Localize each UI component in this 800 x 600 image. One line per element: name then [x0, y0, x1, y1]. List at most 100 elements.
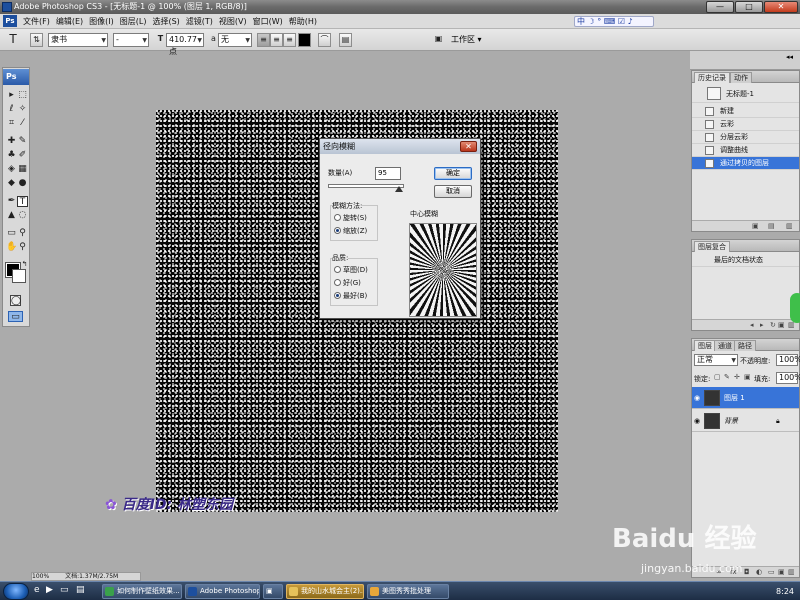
menu-help[interactable]: 帮助(H) [286, 14, 320, 29]
tab-history[interactable]: 历史记录 [694, 72, 730, 83]
menu-edit[interactable]: 编辑(E) [53, 14, 86, 29]
type-tool-icon[interactable]: T [17, 196, 28, 207]
method-zoom-radio[interactable] [334, 227, 341, 234]
cancel-button[interactable]: 取消 [434, 185, 472, 198]
ime-toolbar[interactable]: 中 ☽ ° ⌨ ☑ ♪ [574, 16, 654, 27]
maximize-button[interactable]: □ [735, 1, 763, 13]
quality-draft-radio[interactable] [334, 266, 341, 273]
opacity-input[interactable]: 100% [776, 354, 800, 366]
menu-filter[interactable]: 滤镜(T) [183, 14, 216, 29]
lock-transparency-icon[interactable]: ▢ [714, 373, 721, 382]
adjustment-layer-icon[interactable]: ◐ [756, 568, 762, 577]
history-snapshot[interactable]: 无标题-1 [692, 85, 799, 103]
tab-layer-comps[interactable]: 图层复合 [694, 241, 730, 252]
zoom-tool-icon[interactable]: ⚲ [17, 242, 28, 253]
ie-icon[interactable]: e [34, 585, 40, 595]
method-spin-radio[interactable] [334, 214, 341, 221]
new-comp-icon[interactable]: ▣ [778, 321, 785, 330]
taskbar-item[interactable]: 如何制作壁纸效果... [102, 584, 182, 599]
amount-slider[interactable] [328, 184, 404, 188]
gradient-tool-icon[interactable]: ▦ [17, 164, 28, 175]
minimize-button[interactable]: — [706, 1, 734, 13]
character-panel-icon[interactable]: ▤ [339, 33, 352, 47]
align-left-button[interactable]: ≡ [257, 33, 270, 47]
blend-mode-select[interactable]: 正常 ▼ [694, 354, 738, 366]
menu-file[interactable]: 文件(F) [20, 14, 53, 29]
tab-actions[interactable]: 动作 [730, 72, 752, 83]
menu-image[interactable]: 图像(I) [86, 14, 117, 29]
hand-tool-icon[interactable]: ✋ [6, 242, 17, 253]
system-clock[interactable]: 8:24 [776, 582, 794, 600]
new-snapshot-icon[interactable]: ▤ [768, 222, 775, 231]
close-button[interactable]: ✕ [764, 1, 798, 13]
clone-stamp-icon[interactable]: ♣ [6, 150, 17, 161]
refresh-icon[interactable]: ↻ [770, 321, 776, 330]
screen-mode-icon[interactable]: ▭ [8, 311, 23, 322]
tab-paths[interactable]: 路径 [734, 340, 756, 351]
tab-layers[interactable]: 图层 [694, 340, 716, 351]
font-style-select[interactable]: - ▼ [113, 33, 149, 47]
crop-tool-icon[interactable]: ⌗ [6, 118, 17, 129]
menu-layer[interactable]: 图层(L) [117, 14, 150, 29]
antialias-select[interactable]: 无 ▼ [218, 33, 252, 47]
lock-pixels-icon[interactable]: ✎ [724, 373, 730, 382]
dodge-tool-icon[interactable]: ● [17, 178, 28, 189]
slice-tool-icon[interactable]: ⁄ [17, 118, 28, 129]
history-item[interactable]: 新建 [692, 105, 799, 118]
marquee-tool-icon[interactable]: ⬚ [17, 90, 28, 101]
quick-mask-icon[interactable]: ◯ [10, 295, 21, 306]
lock-all-icon[interactable]: ▣ [744, 373, 751, 382]
magic-wand-icon[interactable]: ✧ [17, 104, 28, 115]
new-document-icon[interactable]: ▣ [752, 222, 759, 231]
align-right-button[interactable]: ≡ [283, 33, 296, 47]
next-icon[interactable]: ▸ [760, 321, 764, 330]
lasso-tool-icon[interactable]: ℓ [6, 104, 17, 115]
menu-select[interactable]: 选择(S) [149, 14, 182, 29]
menu-view[interactable]: 视图(V) [216, 14, 250, 29]
blur-center-preview[interactable] [409, 223, 477, 317]
menu-window[interactable]: 窗口(W) [250, 14, 286, 29]
layer-comp-item[interactable]: 最后的文档状态 [692, 254, 799, 267]
new-group-icon[interactable]: ▭ [768, 568, 775, 577]
text-tool-preset-icon[interactable]: T [4, 33, 22, 47]
collapse-panels-icon[interactable]: ◂◂ [786, 53, 793, 61]
swap-colors-icon[interactable]: ↰ [19, 259, 30, 270]
font-family-select[interactable]: 隶书 ▼ [48, 33, 108, 47]
ok-button[interactable]: 确定 [434, 167, 472, 180]
path-selection-icon[interactable]: ▲ [6, 210, 17, 221]
brush-tool-icon[interactable]: ✎ [17, 136, 28, 147]
notes-tool-icon[interactable]: ▭ [6, 228, 17, 239]
eraser-tool-icon[interactable]: ◈ [6, 164, 17, 175]
history-item-selected[interactable]: 通过拷贝的图层 [692, 157, 799, 170]
background-color-swatch[interactable] [12, 269, 26, 283]
move-tool-icon[interactable]: ▸ [6, 90, 17, 101]
eyedropper-icon[interactable]: ⚲ [17, 228, 28, 239]
quality-best-radio[interactable] [334, 292, 341, 299]
layer-mask-icon[interactable]: ◘ [744, 568, 750, 577]
history-item[interactable]: 云彩 [692, 118, 799, 131]
font-size-select[interactable]: 410.77 点 ▼ [166, 33, 204, 56]
start-button[interactable] [3, 583, 29, 600]
taskbar-item[interactable]: Adobe Photoshop ... [185, 584, 260, 599]
history-item[interactable]: 调整曲线 [692, 144, 799, 157]
tab-channels[interactable]: 通道 [714, 340, 736, 351]
media-player-icon[interactable]: ▶ [46, 585, 53, 595]
healing-brush-icon[interactable]: ✚ [6, 136, 17, 147]
workspace-menu[interactable]: 工作区 ▾ [451, 34, 482, 46]
lock-position-icon[interactable]: ✛ [734, 373, 740, 382]
eye-icon[interactable]: ◉ [694, 417, 700, 425]
taskbar-item[interactable]: 美图秀秀批处理 [367, 584, 449, 599]
align-center-button[interactable]: ≡ [270, 33, 283, 47]
quality-good-radio[interactable] [334, 279, 341, 286]
amount-slider-thumb[interactable] [395, 186, 403, 192]
taskbar-expander[interactable]: ▣ [263, 584, 283, 599]
desktop-icon[interactable]: ▭ [60, 585, 69, 595]
eye-icon[interactable]: ◉ [694, 394, 700, 402]
ps-menu-icon[interactable]: Ps [3, 15, 17, 27]
previous-icon[interactable]: ◂ [750, 321, 754, 330]
trash-icon[interactable]: ▥ [788, 568, 795, 577]
layer-row[interactable]: ◉ 图层 1 [692, 387, 799, 409]
text-orientation-icon[interactable]: ⇅ [30, 33, 43, 47]
zoom-level[interactable]: 100% [32, 573, 49, 580]
history-item[interactable]: 分层云彩 [692, 131, 799, 144]
